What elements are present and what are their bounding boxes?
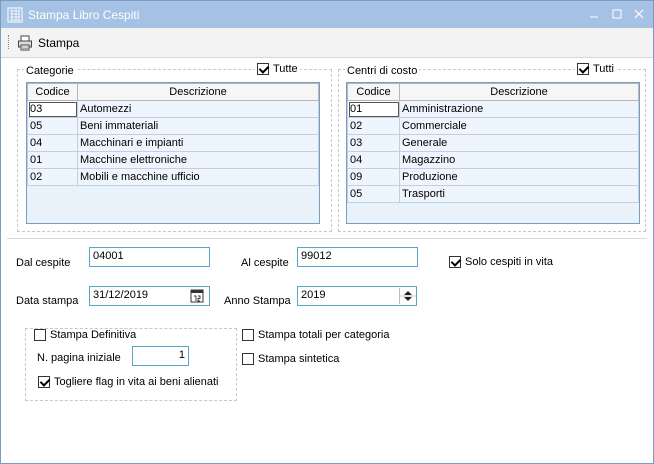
close-icon [634, 9, 644, 19]
maximize-button[interactable] [606, 3, 628, 25]
cell-descrizione[interactable]: Mobili e macchine ufficio [77, 168, 319, 186]
stampa-definitiva-check-box[interactable] [34, 329, 46, 341]
cell-codice[interactable]: 02 [347, 117, 400, 135]
pagina-iniziale-input[interactable]: 1 [132, 346, 189, 366]
table-row[interactable]: 04 Macchinari e impianti [27, 134, 319, 152]
tutti-label: Tutti [593, 63, 614, 75]
divider [7, 238, 647, 239]
table-row[interactable]: 03 Automezzi [27, 100, 319, 118]
calendar-icon[interactable] [190, 289, 204, 303]
centri-title: Centri di costo [345, 65, 420, 77]
cell-codice[interactable]: 02 [27, 168, 78, 186]
client-area: Categorie Tutte Codice Descrizione 03 Aut… [1, 58, 653, 463]
stampa-definitiva-label: Stampa Definitiva [50, 329, 137, 341]
cell-codice[interactable]: 09 [347, 168, 400, 186]
pagina-iniziale-label: N. pagina iniziale [37, 352, 121, 364]
sintetica-check-box[interactable] [242, 353, 254, 365]
cell-descrizione[interactable]: Commerciale [399, 117, 639, 135]
totali-categoria-checkbox[interactable]: Stampa totali per categoria [240, 329, 391, 341]
dal-cespite-input[interactable]: 04001 [89, 247, 210, 267]
column-header-codice[interactable]: Codice [347, 83, 400, 101]
cell-descrizione[interactable]: Produzione [399, 168, 639, 186]
tutti-checkbox[interactable]: Tutti [575, 63, 616, 75]
centri-grid[interactable]: Codice Descrizione 01 Amministrazione 02 C… [346, 82, 640, 224]
cell-codice[interactable]: 01 [347, 100, 400, 118]
categorie-grid[interactable]: Codice Descrizione 03 Automezzi 05 Beni im… [26, 82, 320, 224]
table-row[interactable]: 02 Commerciale [347, 117, 639, 135]
togliere-flag-check-box[interactable] [38, 376, 50, 388]
sintetica-label: Stampa sintetica [258, 353, 340, 365]
tutte-checkbox[interactable]: Tutte [255, 63, 300, 75]
stampa-definitiva-checkbox[interactable]: Stampa Definitiva [32, 329, 139, 341]
al-cespite-input[interactable]: 99012 [297, 247, 418, 267]
column-header-descrizione[interactable]: Descrizione [399, 83, 639, 101]
sintetica-checkbox[interactable]: Stampa sintetica [240, 353, 341, 365]
table-row[interactable]: 02 Mobili e macchine ufficio [27, 168, 319, 186]
table-row[interactable]: 04 Magazzino [347, 151, 639, 169]
dal-cespite-label: Dal cespite [16, 257, 71, 269]
solo-in-vita-label: Solo cespiti in vita [465, 256, 554, 268]
cell-descrizione[interactable]: Macchine elettroniche [77, 151, 319, 169]
table-row[interactable]: 05 Beni immateriali [27, 117, 319, 135]
table-row[interactable]: 01 Amministrazione [347, 100, 639, 118]
title-bar: Stampa Libro Cespiti [1, 1, 653, 28]
toolbar-grip[interactable] [8, 35, 11, 49]
table-row[interactable]: 09 Produzione [347, 168, 639, 186]
toolbar: Stampa [1, 29, 653, 58]
table-row[interactable]: 05 Trasporti [347, 185, 639, 203]
printer-icon [18, 35, 32, 51]
cell-codice[interactable]: 03 [347, 134, 400, 152]
cell-codice[interactable]: 04 [27, 134, 78, 152]
cell-codice[interactable]: 03 [27, 100, 78, 118]
solo-in-vita-check-box[interactable] [449, 256, 461, 268]
data-stampa-value: 31/12/2019 [93, 289, 149, 301]
togliere-flag-label: Togliere flag in vita ai beni alienati [54, 376, 219, 388]
cell-descrizione[interactable]: Beni immateriali [77, 117, 319, 135]
tutte-label: Tutte [273, 63, 298, 75]
totali-categoria-label: Stampa totali per categoria [258, 329, 390, 341]
tutte-check-box[interactable] [257, 63, 269, 75]
categorie-title: Categorie [24, 65, 76, 77]
anno-stampa-value: 2019 [301, 289, 326, 301]
cell-codice[interactable]: 01 [27, 151, 78, 169]
spinner-arrows-icon[interactable] [400, 288, 416, 304]
close-button[interactable] [628, 3, 650, 25]
tutti-check-box[interactable] [577, 63, 589, 75]
cell-codice[interactable]: 05 [347, 185, 400, 203]
cell-codice[interactable]: 05 [27, 117, 78, 135]
cell-descrizione[interactable]: Generale [399, 134, 639, 152]
column-header-codice[interactable]: Codice [27, 83, 78, 101]
app-icon [7, 7, 23, 23]
al-cespite-label: Al cespite [241, 257, 289, 269]
table-row[interactable]: 03 Generale [347, 134, 639, 152]
cell-descrizione[interactable]: Automezzi [77, 100, 319, 118]
table-row[interactable]: 01 Macchine elettroniche [27, 151, 319, 169]
cell-descrizione[interactable]: Magazzino [399, 151, 639, 169]
minimize-button[interactable] [583, 3, 605, 25]
window-title: Stampa Libro Cespiti [28, 8, 140, 22]
cell-descrizione[interactable]: Macchinari e impianti [77, 134, 319, 152]
print-button[interactable]: Stampa [17, 32, 79, 54]
cell-descrizione[interactable]: Trasporti [399, 185, 639, 203]
print-label: Stampa [38, 36, 80, 50]
togliere-flag-checkbox[interactable]: Togliere flag in vita ai beni alienati [36, 376, 221, 388]
cell-codice[interactable]: 04 [347, 151, 400, 169]
window: Stampa Libro Cespiti Stampa Categorie Tu… [0, 0, 654, 464]
minimize-icon [590, 16, 598, 18]
solo-in-vita-checkbox[interactable]: Solo cespiti in vita [447, 256, 555, 268]
column-header-descrizione[interactable]: Descrizione [77, 83, 319, 101]
cell-descrizione[interactable]: Amministrazione [399, 100, 639, 118]
data-stampa-label: Data stampa [16, 295, 79, 307]
maximize-icon [612, 9, 622, 19]
anno-stampa-label: Anno Stampa [224, 295, 291, 307]
totali-categoria-check-box[interactable] [242, 329, 254, 341]
anno-spinner[interactable] [399, 288, 416, 304]
